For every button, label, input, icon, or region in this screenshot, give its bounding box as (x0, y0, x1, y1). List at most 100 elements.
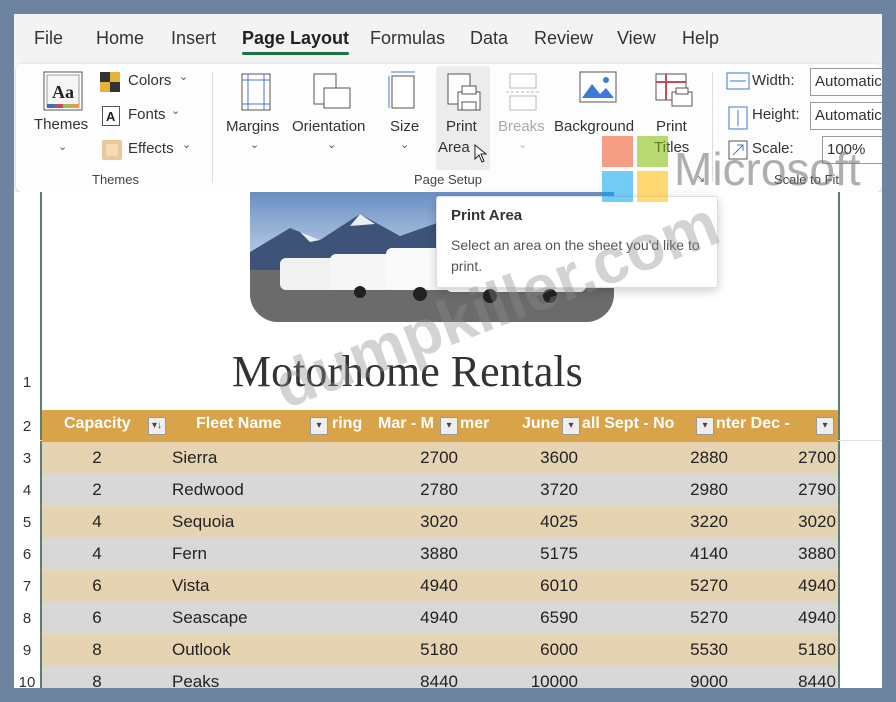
row-number[interactable]: 2 (14, 418, 40, 435)
cell-spring[interactable]: 2780 (342, 480, 458, 500)
row-number[interactable]: 8 (14, 610, 40, 627)
table-row[interactable]: 8 Outlook 5180 6000 5530 5180 (42, 634, 838, 666)
table-row[interactable]: 4 Sequoia 3020 4025 3220 3020 (42, 506, 838, 538)
mouse-cursor-icon (474, 144, 488, 163)
cell-fall[interactable]: 2980 (602, 480, 728, 500)
cell-winter[interactable]: 3020 (732, 512, 836, 532)
cell-spring[interactable]: 8440 (342, 672, 458, 688)
cell-capacity[interactable]: 6 (82, 576, 112, 596)
header-capacity[interactable]: Capacity (64, 415, 131, 433)
cell-summer[interactable]: 6010 (472, 576, 578, 596)
cell-winter[interactable]: 2700 (732, 448, 836, 468)
height-dropdown[interactable]: Automatic (810, 102, 882, 130)
header-mar[interactable]: Mar - M (378, 415, 434, 433)
tab-home[interactable]: Home (96, 28, 144, 49)
tab-formulas[interactable]: Formulas (370, 28, 445, 49)
cell-summer[interactable]: 3720 (472, 480, 578, 500)
cell-winter[interactable]: 4940 (732, 608, 836, 628)
svg-text:A: A (106, 109, 116, 124)
cell-summer[interactable]: 6590 (472, 608, 578, 628)
header-june[interactable]: June (522, 415, 559, 433)
row-number[interactable]: 4 (14, 482, 40, 499)
cell-summer[interactable]: 5175 (472, 544, 578, 564)
chevron-down-icon: ⌄ (327, 139, 337, 151)
table-row[interactable]: 6 Vista 4940 6010 5270 4940 (42, 570, 838, 602)
table-row[interactable]: 2 Sierra 2700 3600 2880 2700 (42, 442, 838, 474)
row-number[interactable]: 3 (14, 450, 40, 467)
cell-winter[interactable]: 2790 (732, 480, 836, 500)
cell-fleet-name[interactable]: Redwood (172, 480, 322, 500)
table-row[interactable]: 6 Seascape 4940 6590 5270 4940 (42, 602, 838, 634)
cell-fall[interactable]: 4140 (602, 544, 728, 564)
tab-help[interactable]: Help (682, 28, 719, 49)
cell-fall[interactable]: 3220 (602, 512, 728, 532)
row-number[interactable]: 5 (14, 514, 40, 531)
cell-fall[interactable]: 9000 (602, 672, 728, 688)
row-number[interactable]: 7 (14, 578, 40, 595)
filter-dropdown-icon[interactable]: ▾ (816, 417, 834, 435)
row-number[interactable]: 1 (14, 374, 40, 391)
filter-dropdown-icon[interactable]: ▾ (562, 417, 580, 435)
row-number[interactable]: 10 (14, 674, 40, 688)
cell-fleet-name[interactable]: Vista (172, 576, 322, 596)
cell-winter[interactable]: 3880 (732, 544, 836, 564)
cell-fleet-name[interactable]: Seascape (172, 608, 322, 628)
cell-spring[interactable]: 2700 (342, 448, 458, 468)
themes-label: Themes (34, 116, 89, 133)
cell-winter[interactable]: 4940 (732, 576, 836, 596)
cell-summer[interactable]: 6000 (472, 640, 578, 660)
cell-fleet-name[interactable]: Sequoia (172, 512, 322, 532)
cell-capacity[interactable]: 2 (82, 480, 112, 500)
themes-group-label: Themes (92, 172, 139, 187)
cell-capacity[interactable]: 2 (82, 448, 112, 468)
cell-summer[interactable]: 10000 (472, 672, 578, 688)
cell-fall[interactable]: 5530 (602, 640, 728, 660)
table-row[interactable]: 4 Fern 3880 5175 4140 3880 (42, 538, 838, 570)
chevron-down-icon: ⌄ (58, 141, 68, 153)
cell-summer[interactable]: 4025 (472, 512, 578, 532)
cell-capacity[interactable]: 6 (82, 608, 112, 628)
row-number[interactable]: 9 (14, 642, 40, 659)
tab-file[interactable]: File (34, 28, 63, 49)
cell-spring[interactable]: 4940 (342, 608, 458, 628)
cell-spring[interactable]: 3020 (342, 512, 458, 532)
cell-capacity[interactable]: 8 (82, 640, 112, 660)
row-number[interactable]: 6 (14, 546, 40, 563)
cell-fall[interactable]: 5270 (602, 608, 728, 628)
cell-spring[interactable]: 3880 (342, 544, 458, 564)
filter-sort-icon[interactable]: ▾↓ (148, 417, 166, 435)
tab-view[interactable]: View (617, 28, 656, 49)
cell-spring[interactable]: 4940 (342, 576, 458, 596)
table-row[interactable]: 2 Redwood 2780 3720 2980 2790 (42, 474, 838, 506)
margins-label: Margins (226, 118, 280, 135)
header-summer[interactable]: mer (460, 415, 489, 433)
cell-capacity[interactable]: 4 (82, 512, 112, 532)
cell-fleet-name[interactable]: Peaks (172, 672, 322, 688)
background-label: Background (554, 118, 635, 135)
header-spring[interactable]: ring (332, 415, 362, 433)
header-winter[interactable]: nter Dec - (716, 415, 790, 433)
cell-spring[interactable]: 5180 (342, 640, 458, 660)
cell-fleet-name[interactable]: Sierra (172, 448, 322, 468)
tab-insert[interactable]: Insert (171, 28, 216, 49)
cell-capacity[interactable]: 4 (82, 544, 112, 564)
filter-dropdown-icon[interactable]: ▾ (696, 417, 714, 435)
table-row[interactable]: 8 Peaks 8440 10000 9000 8440 (42, 666, 838, 688)
tab-review[interactable]: Review (534, 28, 593, 49)
width-dropdown[interactable]: Automatic (810, 68, 882, 96)
cell-fall[interactable]: 5270 (602, 576, 728, 596)
margins-icon (241, 73, 271, 111)
cell-capacity[interactable]: 8 (82, 672, 112, 688)
filter-dropdown-icon[interactable]: ▾ (440, 417, 458, 435)
cell-winter[interactable]: 8440 (732, 672, 836, 688)
cell-fleet-name[interactable]: Outlook (172, 640, 322, 660)
cell-winter[interactable]: 5180 (732, 640, 836, 660)
header-fleet-name[interactable]: Fleet Name (196, 415, 281, 433)
tab-data[interactable]: Data (470, 28, 508, 49)
cell-fleet-name[interactable]: Fern (172, 544, 322, 564)
filter-dropdown-icon[interactable]: ▾ (310, 417, 328, 435)
cell-fall[interactable]: 2880 (602, 448, 728, 468)
cell-summer[interactable]: 3600 (472, 448, 578, 468)
tab-page-layout[interactable]: Page Layout (242, 28, 350, 55)
header-fall[interactable]: all Sept - No (582, 415, 674, 433)
